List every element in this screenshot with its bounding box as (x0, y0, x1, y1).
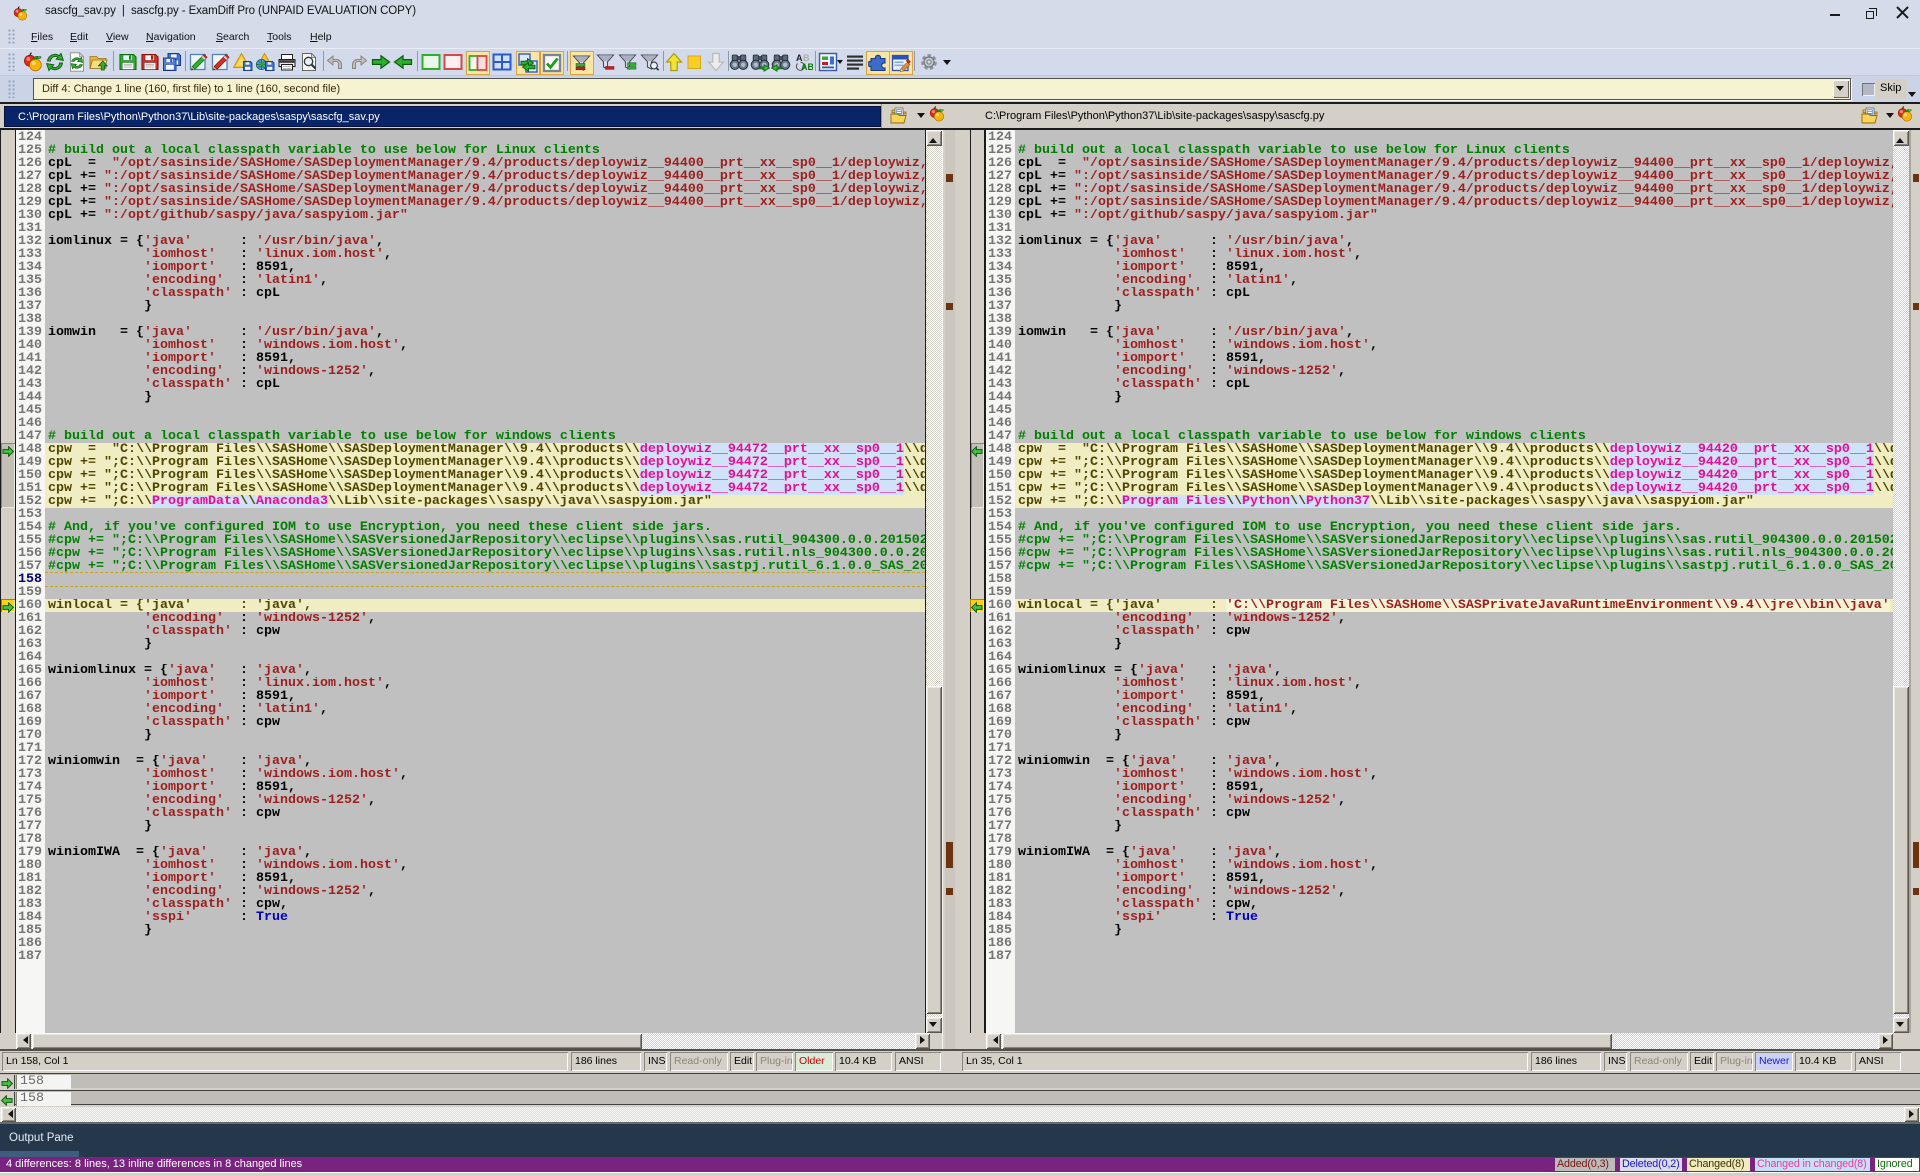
svg-text:AB: AB (801, 62, 813, 72)
